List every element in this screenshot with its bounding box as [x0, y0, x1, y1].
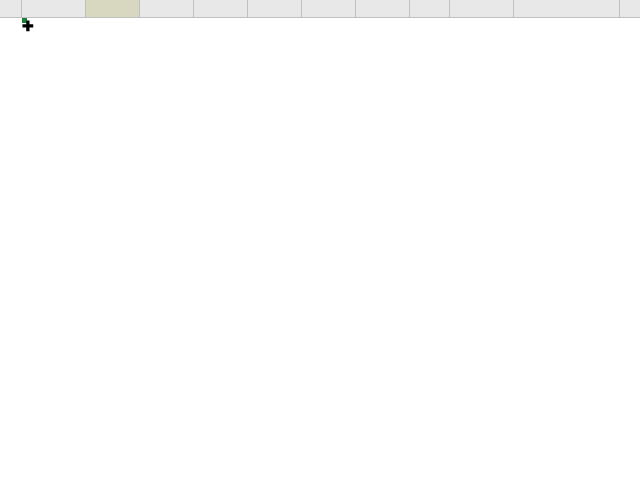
selection-cursor — [22, 18, 26, 22]
col-header-A[interactable] — [22, 0, 86, 17]
col-header-I[interactable] — [450, 0, 514, 17]
col-header-G[interactable] — [356, 0, 410, 17]
column-header-row — [0, 0, 640, 18]
mouse-cursor-icon: ✚ — [22, 18, 34, 35]
col-header-J[interactable] — [514, 0, 620, 17]
col-header-E[interactable] — [248, 0, 302, 17]
col-header-F[interactable] — [302, 0, 356, 17]
col-header-H[interactable] — [410, 0, 450, 17]
col-header-C[interactable] — [140, 0, 194, 17]
col-header-D[interactable] — [194, 0, 248, 17]
select-all-corner[interactable] — [0, 0, 22, 17]
col-header-B[interactable] — [86, 0, 140, 17]
